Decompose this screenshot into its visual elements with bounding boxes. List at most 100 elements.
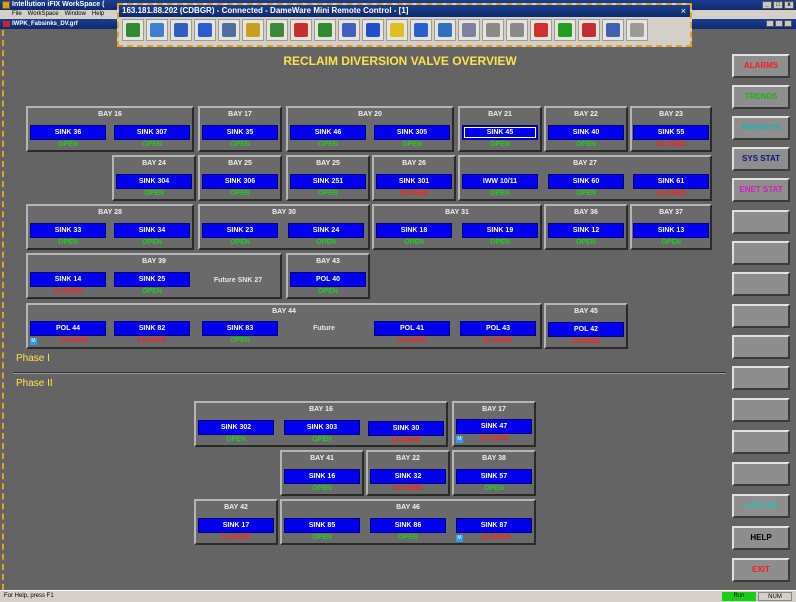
pol-44-button[interactable]: POL 44: [30, 321, 106, 336]
sink-35-button[interactable]: SINK 35: [202, 125, 278, 140]
remote-tool-17-icon[interactable]: [506, 19, 528, 41]
sink-61-button[interactable]: SINK 61: [633, 174, 709, 189]
blank-nav-button-4[interactable]: [732, 304, 790, 328]
sys-stat-button[interactable]: SYS STAT: [732, 147, 790, 171]
pol-40-button[interactable]: POL 40: [290, 272, 366, 287]
sink-33-button[interactable]: SINK 33: [30, 223, 106, 238]
sink-60-status: OPEN: [576, 190, 596, 197]
remote-tool-10-icon[interactable]: [338, 19, 360, 41]
bay-title: BAY 37: [659, 209, 683, 216]
maximize-icon[interactable]: □: [773, 1, 783, 9]
blank-nav-button-7[interactable]: [732, 398, 790, 422]
blank-nav-button-9[interactable]: [732, 462, 790, 486]
sink-87-button[interactable]: SINK 87: [456, 518, 532, 533]
sink-47-button[interactable]: SINK 47: [456, 419, 532, 434]
sink-307-button[interactable]: SINK 307: [114, 125, 190, 140]
remote-close-icon[interactable]: ×: [681, 5, 686, 17]
remote-tool-18-icon[interactable]: [530, 19, 552, 41]
sink-18-button[interactable]: SINK 18: [376, 223, 452, 238]
pol-41-button[interactable]: POL 41: [374, 321, 450, 336]
sink-24-button[interactable]: SINK 24: [288, 223, 364, 238]
help-button[interactable]: HELP: [732, 526, 790, 550]
remote-tool-5-icon[interactable]: [218, 19, 240, 41]
pol-43-button[interactable]: POL 43: [460, 321, 536, 336]
blank-nav-button-6[interactable]: [732, 366, 790, 390]
sink-36-button[interactable]: SINK 36: [30, 125, 106, 140]
sink-305-button[interactable]: SINK 305: [374, 125, 450, 140]
blank-nav-button-1[interactable]: [732, 210, 790, 234]
sink-32-button[interactable]: SINK 32: [370, 469, 446, 484]
sink-16-button[interactable]: SINK 16: [284, 469, 360, 484]
iww-10-11-button[interactable]: IWW 10/11: [462, 174, 538, 189]
sink-14-button[interactable]: SINK 14: [30, 272, 106, 287]
sink-25-button[interactable]: SINK 25: [114, 272, 190, 287]
remote-tool-9-icon[interactable]: [314, 19, 336, 41]
remote-tool-6-icon[interactable]: [242, 19, 264, 41]
sink-60-button[interactable]: SINK 60: [548, 174, 624, 189]
doc-minimize-icon[interactable]: [766, 20, 774, 27]
sink-251-button[interactable]: SINK 251: [290, 174, 366, 189]
remote-tool-13-icon[interactable]: [410, 19, 432, 41]
blank-nav-button-8[interactable]: [732, 430, 790, 454]
blank-nav-button-3[interactable]: [732, 272, 790, 296]
remote-tool-4-icon[interactable]: [194, 19, 216, 41]
minimize-icon[interactable]: _: [762, 1, 772, 9]
sink-57-button[interactable]: SINK 57: [456, 469, 532, 484]
remote-tool-1-icon[interactable]: [122, 19, 144, 41]
sink-40-button[interactable]: SINK 40: [548, 125, 624, 140]
sink-85-button[interactable]: SINK 85: [284, 518, 360, 533]
alarms-button[interactable]: ALARMS: [732, 54, 790, 78]
doc-close-icon[interactable]: [784, 20, 792, 27]
remote-tool-20-icon[interactable]: [578, 19, 600, 41]
sink-301-button[interactable]: SINK 301: [376, 174, 452, 189]
sink-306-button[interactable]: SINK 306: [202, 174, 278, 189]
sink-46-status: OPEN: [318, 141, 338, 148]
log-on-button[interactable]: LOG ON: [732, 494, 790, 518]
sink-86-button[interactable]: SINK 86: [370, 518, 446, 533]
remote-tool-11-icon[interactable]: [362, 19, 384, 41]
sink-46-button[interactable]: SINK 46: [290, 125, 366, 140]
sink-55-button[interactable]: SINK 55: [633, 125, 709, 140]
remote-tool-14-icon[interactable]: [434, 19, 456, 41]
exit-button[interactable]: EXIT: [732, 558, 790, 582]
enet-stat-button[interactable]: ENET STAT: [732, 178, 790, 202]
blank-nav-button-2[interactable]: [732, 241, 790, 265]
remote-tool-21-icon[interactable]: [602, 19, 624, 41]
sink-13-button[interactable]: SINK 13: [633, 223, 709, 238]
sink-45-button[interactable]: SINK 45: [462, 125, 538, 140]
sink-19-button[interactable]: SINK 19: [462, 223, 538, 238]
pol-42-button[interactable]: POL 42: [548, 322, 624, 337]
remote-tool-2-icon[interactable]: [146, 19, 168, 41]
sink-83-button[interactable]: SINK 83: [202, 321, 278, 336]
close-icon[interactable]: x: [784, 1, 794, 9]
menu-window[interactable]: Window: [65, 10, 86, 19]
remote-tool-16-icon[interactable]: [482, 19, 504, 41]
doc-maximize-icon[interactable]: [775, 20, 783, 27]
menu-help[interactable]: Help: [92, 10, 104, 19]
remote-tool-7-icon[interactable]: [266, 19, 288, 41]
sink-304-button[interactable]: SINK 304: [116, 174, 192, 189]
blank-nav-button-5[interactable]: [732, 335, 790, 359]
remote-tool-8-icon[interactable]: [290, 19, 312, 41]
remote-tool-12-icon[interactable]: [386, 19, 408, 41]
bay-title: BAY 22: [396, 455, 420, 462]
remote-control-toolbar: 163.181.88.202 (CDBGR) - Connected - Dam…: [117, 3, 692, 47]
sink-30-button[interactable]: SINK 30: [368, 421, 444, 436]
remote-tool-22-icon[interactable]: [626, 19, 648, 41]
sink-82-button[interactable]: SINK 82: [114, 321, 190, 336]
remote-tool-15-icon[interactable]: [458, 19, 480, 41]
menu-workspace[interactable]: WorkSpace: [28, 10, 59, 19]
remote-tool-3-icon[interactable]: [170, 19, 192, 41]
remote-tool-19-icon[interactable]: [554, 19, 576, 41]
sink-34-button[interactable]: SINK 34: [114, 223, 190, 238]
reports-button[interactable]: REPORTS: [732, 116, 790, 140]
sink-303-button[interactable]: SINK 303: [284, 420, 360, 435]
remote-frame-edge: [2, 30, 5, 590]
sink-302-button[interactable]: SINK 302: [198, 420, 274, 435]
trends-button[interactable]: TRENDS: [732, 85, 790, 109]
sink-12-button[interactable]: SINK 12: [548, 223, 624, 238]
menu-file[interactable]: File: [12, 10, 22, 19]
sink-17-button[interactable]: SINK 17: [198, 518, 274, 533]
sink-17-status: CLOSED: [221, 534, 251, 541]
sink-23-button[interactable]: SINK 23: [202, 223, 278, 238]
